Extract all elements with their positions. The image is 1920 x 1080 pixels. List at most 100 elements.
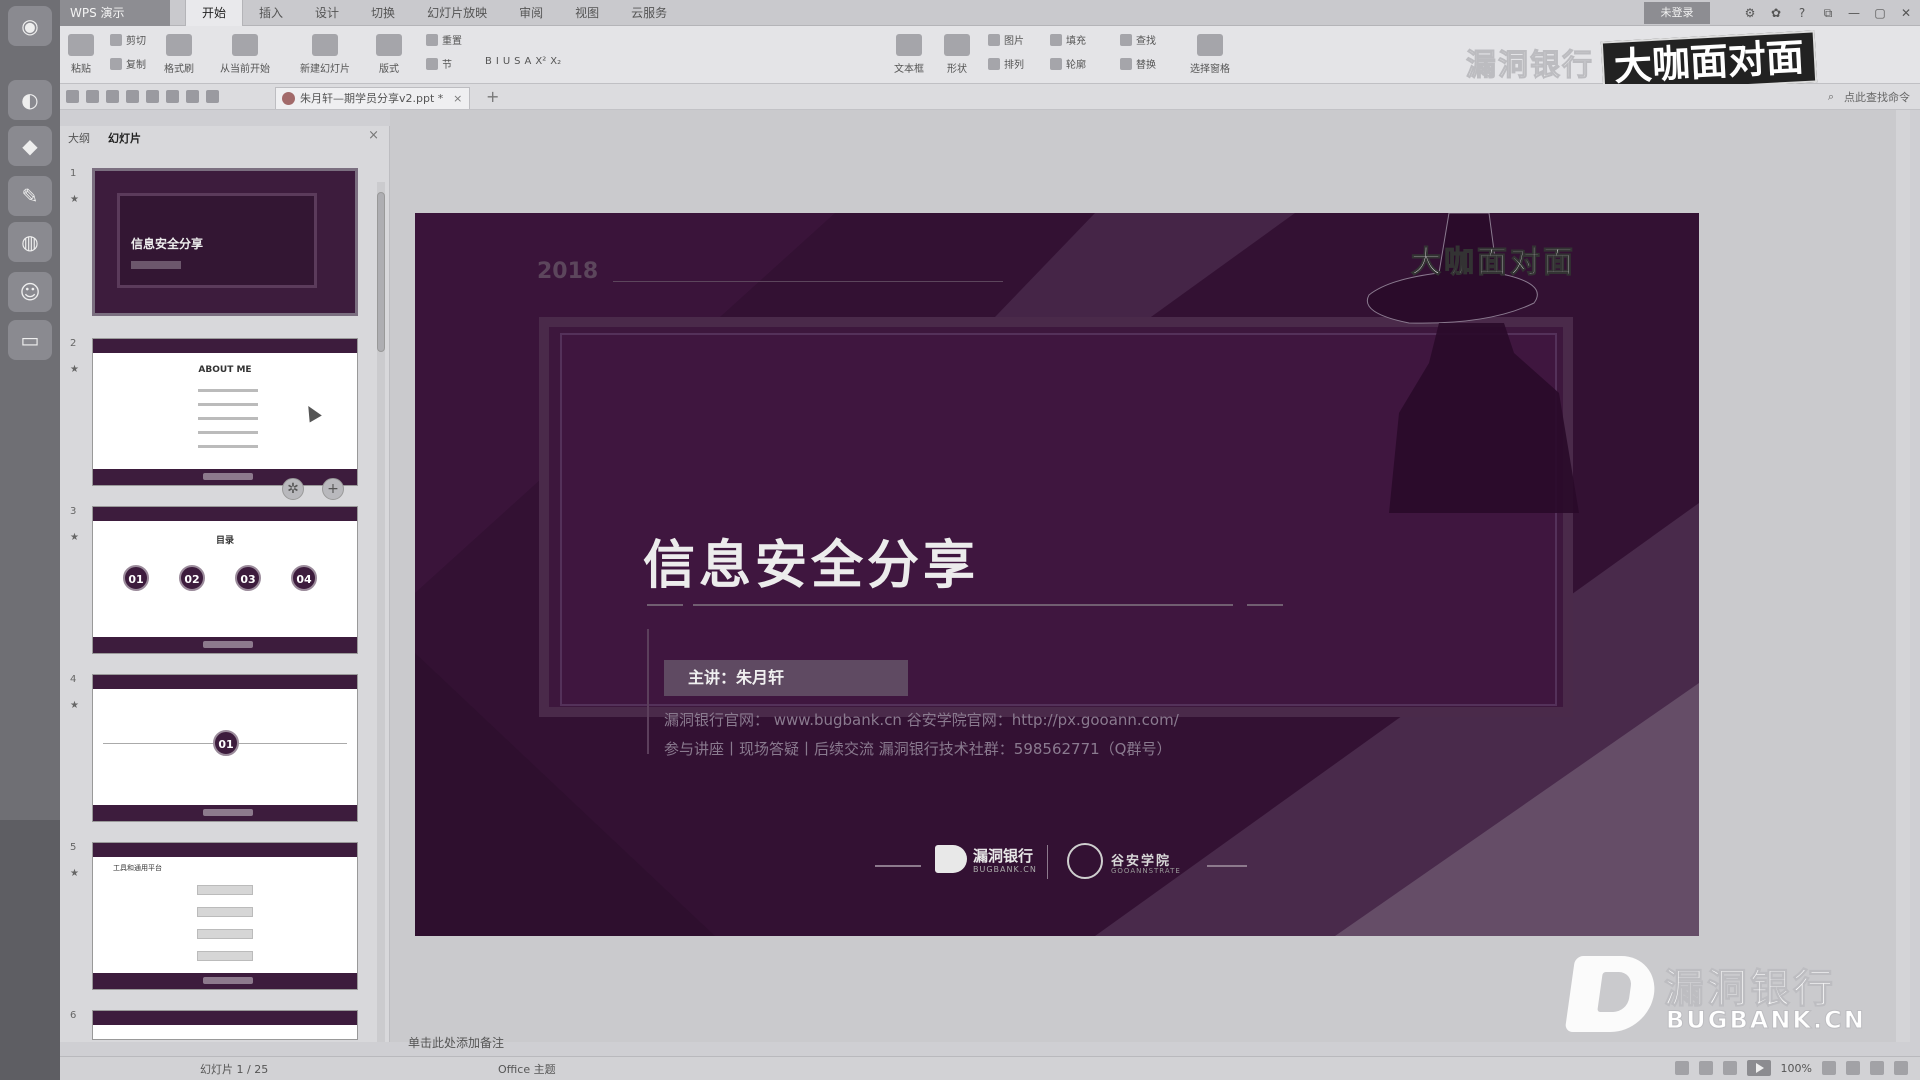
new-tab-button[interactable]: + xyxy=(486,87,499,107)
replace-button[interactable]: 替换 xyxy=(1120,56,1156,71)
paste-button[interactable]: 粘贴 xyxy=(68,34,94,75)
help-icon[interactable]: ? xyxy=(1794,6,1810,20)
close-tab-icon[interactable]: × xyxy=(453,88,462,109)
slide-thumbnail[interactable]: 6 xyxy=(70,1010,370,1042)
dock-app-icon[interactable]: ☺ xyxy=(8,272,52,312)
slide-title[interactable]: 信息安全分享 xyxy=(643,523,979,598)
sorter-view-icon[interactable] xyxy=(1698,1061,1713,1075)
bugbank-logo-text: 漏洞银行 xyxy=(973,847,1034,865)
info-line-websites[interactable]: 漏洞银行官网： www.bugbank.cn 谷安学院官网：http://px.… xyxy=(664,709,1179,730)
open-icon[interactable] xyxy=(66,90,79,103)
fill-button[interactable]: 填充 xyxy=(1050,32,1086,47)
italic-button[interactable]: I xyxy=(496,56,499,67)
superscript-button[interactable]: X² xyxy=(535,56,546,67)
dock-app-icon[interactable]: ◆ xyxy=(8,126,52,166)
canvas-scrollbar[interactable] xyxy=(1896,110,1910,1042)
bugbank-logo-icon xyxy=(935,845,967,873)
mic-icon[interactable] xyxy=(1846,1061,1860,1075)
thumb-line xyxy=(198,417,258,420)
subscript-button[interactable]: X₂ xyxy=(550,56,561,67)
app-menu-button[interactable]: WPS 演示 xyxy=(60,0,170,26)
dock-app-icon[interactable]: ◐ xyxy=(8,80,52,120)
reset-button[interactable]: 重置 xyxy=(426,32,462,47)
section-circle: 01 xyxy=(213,730,239,756)
reading-view-icon[interactable] xyxy=(1722,1061,1737,1075)
dock-app-icon[interactable]: ▭ xyxy=(8,320,52,360)
ime-icon[interactable] xyxy=(1822,1061,1836,1075)
outline-button[interactable]: 轮廓 xyxy=(1050,56,1086,71)
strikethrough-button[interactable]: S xyxy=(514,56,520,67)
bold-button[interactable]: B xyxy=(485,56,492,67)
tab-transition[interactable]: 切换 xyxy=(355,0,411,26)
current-slide[interactable]: 2018 大咖面对面 信息安全分享 主讲：朱月轩 漏洞银行官网： www.bug… xyxy=(415,213,1699,936)
tab-slides[interactable]: 幻灯片 xyxy=(108,130,141,146)
tray-icon[interactable] xyxy=(1894,1061,1908,1075)
preview-icon[interactable] xyxy=(146,90,159,103)
login-button[interactable]: 未登录 xyxy=(1644,2,1710,24)
play-slideshow-icon[interactable] xyxy=(1746,1060,1771,1076)
copy-button[interactable]: 复制 xyxy=(110,56,146,71)
tab-design[interactable]: 设计 xyxy=(299,0,355,26)
zoom-level[interactable]: 100% xyxy=(1781,1062,1812,1075)
document-tab[interactable]: 朱月轩—期学员分享v2.ppt * × xyxy=(275,87,471,109)
normal-view-icon[interactable] xyxy=(1674,1061,1689,1075)
panel-scrollbar[interactable] xyxy=(377,182,385,1042)
cut-button[interactable]: 剪切 xyxy=(110,32,146,47)
thumbnail-image[interactable]: 目录 01 02 03 04 xyxy=(92,506,358,654)
panel-close-button[interactable]: × xyxy=(368,128,379,143)
settings-icon[interactable]: ⚙ xyxy=(1742,6,1758,20)
textbox-button[interactable]: 文本框 xyxy=(894,34,924,75)
section-button[interactable]: 节 xyxy=(426,56,452,71)
dock-app-icon[interactable]: ◍ xyxy=(8,222,52,262)
maximize-icon[interactable]: ▢ xyxy=(1872,6,1888,20)
thumb-band xyxy=(93,973,357,989)
skin-icon[interactable]: ✿ xyxy=(1768,6,1784,20)
redo-icon[interactable] xyxy=(186,90,199,103)
undo-icon[interactable] xyxy=(166,90,179,103)
find-button[interactable]: 查找 xyxy=(1120,32,1156,47)
arrange-button[interactable]: 排列 xyxy=(988,56,1024,71)
info-line-community[interactable]: 参与讲座丨现场答疑丨后续交流 漏洞银行技术社群：598562771（Q群号） xyxy=(664,738,1171,759)
chevron-down-icon[interactable] xyxy=(206,90,219,103)
animation-button[interactable]: ✲ xyxy=(282,478,304,500)
underline-button[interactable]: U xyxy=(503,56,510,67)
minimize-icon[interactable]: — xyxy=(1846,6,1862,20)
tab-review[interactable]: 审阅 xyxy=(503,0,559,26)
close-icon[interactable]: ✕ xyxy=(1898,6,1914,20)
save-icon[interactable] xyxy=(86,90,99,103)
replace-icon xyxy=(1120,57,1132,70)
thumbnail-image[interactable]: 01 xyxy=(92,674,358,822)
tab-slideshow[interactable]: 幻灯片放映 xyxy=(411,0,503,26)
restore-icon[interactable]: ⧉ xyxy=(1820,6,1836,21)
layout-button[interactable]: 版式 xyxy=(376,34,402,75)
notes-placeholder[interactable]: 单击此处添加备注 xyxy=(408,1034,504,1051)
print-icon[interactable] xyxy=(126,90,139,103)
thumbnail-image[interactable]: 信息安全分享 xyxy=(92,168,358,316)
command-search[interactable]: ⌕ 点此查找命令 xyxy=(1828,89,1910,105)
scissors-icon xyxy=(110,33,122,46)
dock-app-icon[interactable]: ✎ xyxy=(8,176,52,216)
tab-cloud[interactable]: 云服务 xyxy=(615,0,683,26)
scrollbar-thumb[interactable] xyxy=(377,192,385,352)
selection-pane-button[interactable]: 选择窗格 xyxy=(1190,34,1230,75)
new-slide-button[interactable]: 新建幻灯片 xyxy=(300,34,350,75)
save-as-icon[interactable] xyxy=(106,90,119,103)
tab-outline[interactable]: 大纲 xyxy=(68,130,90,146)
format-painter-button[interactable]: 格式刷 xyxy=(164,34,194,75)
presenter-label[interactable]: 主讲：朱月轩 xyxy=(664,660,908,696)
thumb-title: 工具和通用平台 xyxy=(113,864,162,872)
thumbnail-image[interactable]: 工具和通用平台 xyxy=(92,842,358,990)
font-color-button[interactable]: A xyxy=(525,56,532,67)
thumbnail-image[interactable] xyxy=(92,1010,358,1040)
keyboard-icon[interactable] xyxy=(1870,1061,1884,1075)
add-slide-button[interactable]: + xyxy=(322,478,344,500)
picture-button[interactable]: 图片 xyxy=(988,32,1024,47)
tab-insert[interactable]: 插入 xyxy=(243,0,299,26)
tab-view[interactable]: 视图 xyxy=(559,0,615,26)
avatar[interactable]: ◉ xyxy=(8,6,52,46)
tab-home[interactable]: 开始 xyxy=(185,0,244,26)
thumb-title: ABOUT ME xyxy=(198,365,252,375)
from-current-button[interactable]: 从当前开始 xyxy=(220,34,270,75)
shape-button[interactable]: 形状 xyxy=(944,34,970,75)
bugbank-logo-subtext: BUGBANK.CN xyxy=(973,865,1037,874)
